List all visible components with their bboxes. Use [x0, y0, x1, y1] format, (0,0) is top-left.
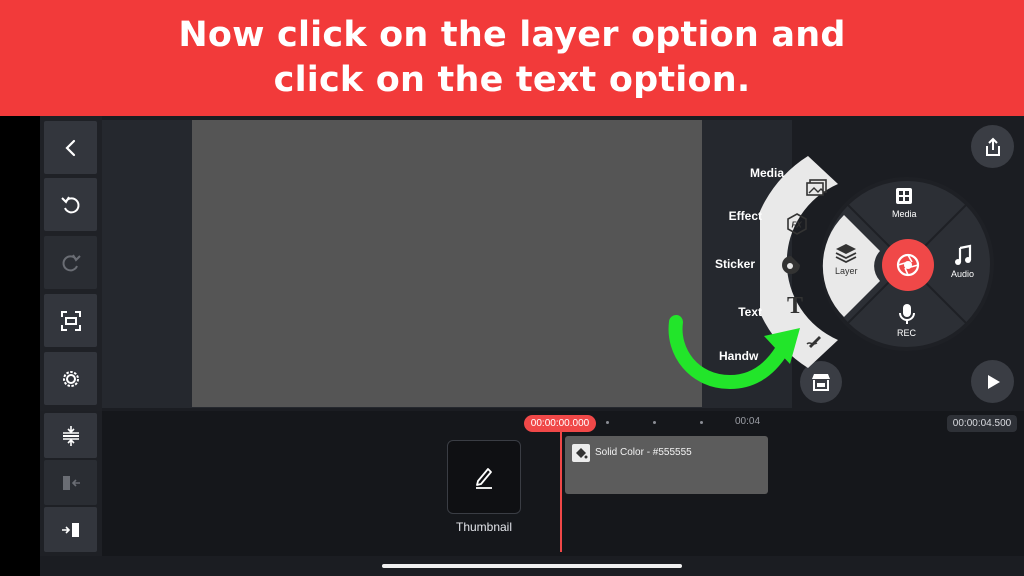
timeline-expand-button[interactable] [44, 413, 97, 458]
playhead[interactable] [560, 430, 562, 552]
screen: Now click on the layer option and click … [0, 0, 1024, 576]
capture-frame-icon [60, 310, 81, 331]
wheel-rec[interactable]: REC [897, 303, 916, 338]
timeline-tick [653, 421, 656, 424]
video-canvas[interactable] [192, 120, 702, 407]
music-note-icon [954, 244, 971, 265]
paint-bucket-icon [572, 444, 590, 462]
menu-label-media[interactable]: Media [694, 166, 784, 180]
timeline-tick [606, 421, 609, 424]
thumbnail-label: Thumbnail [455, 520, 513, 534]
home-indicator[interactable] [382, 564, 682, 568]
wheel-layer-label: Layer [835, 266, 858, 276]
wheel-audio[interactable]: Audio [951, 244, 974, 279]
undo-icon [60, 195, 79, 213]
settings-button[interactable] [44, 352, 97, 405]
clip-label: Solid Color - #555555 [595, 447, 692, 458]
timeline-tick [700, 421, 703, 424]
wheel-audio-label: Audio [951, 269, 975, 279]
menu-label-effect[interactable]: Effect [672, 209, 762, 223]
gear-icon [62, 370, 79, 387]
wheel-media-label: Media [892, 209, 917, 219]
pencil-edit-icon [476, 468, 492, 489]
record-capture-button[interactable] [882, 239, 934, 291]
back-chevron-icon [64, 139, 75, 156]
wheel-layer[interactable]: Layer [835, 243, 858, 276]
redo-button[interactable] [44, 236, 97, 289]
svg-text:FX: FX [792, 221, 803, 230]
instruction-line-1: Now click on the layer option and [178, 15, 846, 55]
play-button[interactable] [971, 360, 1014, 403]
jump-to-end-button[interactable] [44, 507, 97, 552]
time-marker: 00:04 [735, 416, 761, 427]
fx-icon[interactable]: FX [785, 212, 809, 236]
redo-icon [62, 253, 81, 271]
thumbnail-button[interactable] [447, 440, 521, 514]
share-icon [985, 137, 1000, 156]
camera-shutter-icon [896, 253, 920, 277]
microphone-icon [898, 304, 915, 324]
media-film-icon [896, 188, 913, 204]
jump-end-icon [61, 522, 79, 537]
project-duration: 00:00:04.500 [947, 415, 1017, 432]
undo-button[interactable] [44, 178, 97, 231]
menu-label-sticker[interactable]: Sticker [665, 257, 755, 271]
letterbox-left [0, 116, 40, 576]
sticker-icon[interactable] [779, 253, 803, 277]
layers-icon [835, 244, 857, 263]
instruction-banner: Now click on the layer option and click … [0, 0, 1024, 116]
share-button[interactable] [971, 125, 1014, 168]
back-button[interactable] [44, 121, 97, 174]
expand-vertical-icon [62, 425, 79, 446]
capture-button[interactable] [44, 294, 97, 347]
guide-arrow [668, 315, 800, 390]
wheel-media[interactable]: Media [892, 186, 917, 219]
timeline-clip[interactable] [565, 436, 768, 494]
jump-to-start-button[interactable] [44, 460, 97, 505]
jump-start-icon [62, 475, 80, 490]
wheel-rec-label: REC [897, 328, 917, 338]
timeline-area [102, 411, 1024, 556]
instruction-line-2: click on the text option. [273, 60, 751, 100]
play-icon [987, 374, 1000, 389]
